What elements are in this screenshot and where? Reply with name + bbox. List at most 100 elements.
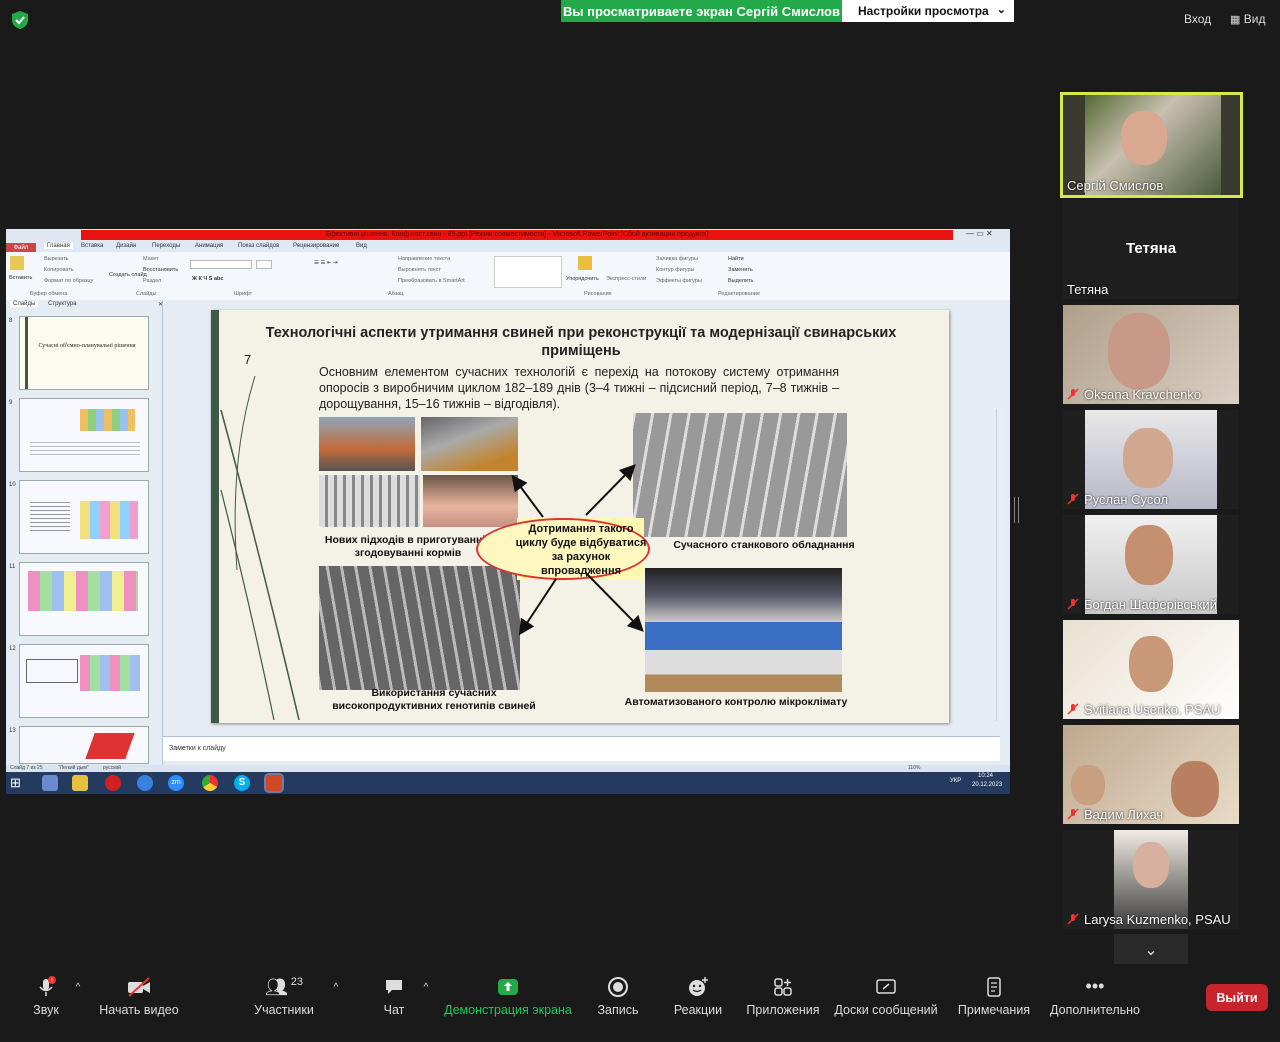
status-zoom[interactable]: 110%: [908, 765, 920, 771]
font-format-buttons[interactable]: Ж К Ч S abc: [192, 276, 223, 282]
paste-button[interactable]: Вставить: [9, 275, 32, 281]
smartart-button[interactable]: Преобразовать в SmartArt: [398, 278, 465, 284]
shape-outline-button[interactable]: Контур фигуры: [656, 267, 694, 273]
cut-button[interactable]: Вырезать: [44, 256, 68, 262]
shape-effects-button[interactable]: Эффекты фигуры: [656, 278, 702, 284]
record-button[interactable]: Запись: [590, 964, 646, 1024]
slide-thumbnail[interactable]: [19, 644, 149, 718]
chat-options-caret[interactable]: ^: [420, 964, 432, 1042]
copy-button[interactable]: Копировать: [44, 267, 74, 273]
more-button[interactable]: ••• Дополнительно: [1048, 964, 1142, 1024]
notes-button[interactable]: Примечания: [954, 964, 1034, 1024]
explorer-icon[interactable]: [42, 775, 58, 791]
start-video-label: Начать видео: [99, 1003, 179, 1017]
font-size-select[interactable]: [256, 260, 272, 269]
avatar: [1071, 765, 1105, 805]
tab-slides[interactable]: Слайды: [10, 301, 39, 307]
view-button[interactable]: ▦ Вид: [1230, 12, 1265, 26]
pane-tabs: Слайды Структура ✕: [10, 301, 163, 308]
participant-name: Svitlana Usenko. PSAU: [1084, 702, 1221, 717]
keyboard-language[interactable]: УКР: [950, 778, 961, 784]
format-painter-button[interactable]: Формат по образцу: [44, 278, 93, 284]
apps-label: Приложения: [746, 1003, 820, 1017]
tab-home[interactable]: Главная: [44, 243, 73, 249]
leave-button[interactable]: Выйти: [1206, 984, 1268, 1011]
text-direction-button[interactable]: Направление текста: [398, 256, 450, 262]
quick-styles-button[interactable]: Экспресс-стили: [606, 276, 646, 282]
whiteboard-icon: [876, 979, 896, 994]
tab-animation[interactable]: Анимация: [195, 243, 223, 249]
tab-insert[interactable]: Вставка: [81, 243, 103, 249]
windows-start-icon[interactable]: ⊞: [10, 775, 26, 791]
section-button[interactable]: Раздел: [143, 278, 161, 284]
slide-thumbnail[interactable]: Сучасні об'ємно-планувальні рішення: [19, 316, 149, 390]
participant-tile[interactable]: Oksana Kravchenko: [1063, 305, 1239, 404]
slide-thumbnail[interactable]: [19, 726, 149, 764]
participants-options-caret[interactable]: ^: [330, 964, 342, 1042]
layout-button[interactable]: Макет: [143, 256, 159, 262]
participant-name: Богдан Шаферівський: [1084, 597, 1217, 612]
participant-tile[interactable]: Larysa Kuzmenko, PSAU: [1063, 830, 1239, 929]
apps-button[interactable]: Приложения: [742, 964, 824, 1024]
list-buttons[interactable]: ☰ ☰ ⇤ ⇥: [314, 260, 338, 266]
slide-scrollbar[interactable]: [996, 409, 1004, 721]
powerpoint-icon[interactable]: [264, 773, 284, 793]
security-shield-icon[interactable]: [10, 10, 30, 30]
enter-button[interactable]: Вход: [1184, 12, 1211, 26]
tab-design[interactable]: Дизайн: [116, 243, 136, 249]
split-handle[interactable]: [1014, 497, 1019, 523]
slide-notes[interactable]: Заметки к слайду: [163, 736, 1000, 761]
font-name-select[interactable]: [190, 260, 252, 269]
zoom-icon[interactable]: zm: [168, 775, 184, 791]
participant-tile[interactable]: Вадим Лихач: [1063, 725, 1239, 824]
ribbon: Вставить Вырезать Копировать Формат по о…: [6, 252, 1010, 301]
skype-icon[interactable]: S: [234, 775, 250, 791]
view-options-dropdown[interactable]: Настройки просмотра ⌄: [842, 0, 1014, 22]
video-off-icon: [128, 977, 150, 997]
reactions-button[interactable]: Реакции: [668, 964, 728, 1024]
shape-fill-button[interactable]: Заливка фигуры: [656, 256, 698, 262]
slide-thumbnail[interactable]: [19, 398, 149, 472]
chat-icon: [386, 980, 402, 994]
tab-slideshow[interactable]: Показ слайдов: [238, 243, 279, 249]
telegram-icon[interactable]: [137, 775, 153, 791]
audio-button[interactable]: ! Звук: [22, 964, 70, 1024]
replace-button[interactable]: Заменить: [728, 267, 753, 273]
find-button[interactable]: Найти: [728, 256, 744, 262]
thumb-number: 12: [9, 646, 16, 652]
status-slide-count: Слайд 7 из 25: [10, 765, 43, 771]
start-video-button[interactable]: Начать видео: [96, 964, 182, 1024]
participants-button[interactable]: 👥︎ 23 Участники: [252, 964, 316, 1024]
participant-tile[interactable]: Руслан Сусол: [1063, 410, 1239, 509]
participant-big-name: Тетяна: [1125, 240, 1177, 257]
current-slide[interactable]: Технологічні аспекти утримання свиней пр…: [211, 310, 949, 723]
view-label: Вид: [1243, 12, 1266, 26]
gallery-scroll-down-button[interactable]: ⌄: [1114, 934, 1188, 968]
arrange-button[interactable]: Упорядочить: [566, 276, 599, 282]
new-slide-button[interactable]: Создать слайд: [109, 272, 147, 278]
participant-tile[interactable]: Богдан Шаферівський: [1063, 515, 1239, 614]
slide-thumbnail[interactable]: [19, 480, 149, 554]
active-speaker-tile[interactable]: Сергій Смислов: [1060, 92, 1243, 198]
slide-thumbnail[interactable]: [19, 562, 149, 636]
audio-options-caret[interactable]: ^: [72, 964, 84, 1042]
participant-tile[interactable]: Тетяна Тетяна: [1063, 200, 1239, 299]
shapes-gallery[interactable]: [494, 256, 562, 288]
tab-review[interactable]: Рецензирование: [293, 243, 339, 249]
tab-view[interactable]: Вид: [356, 243, 367, 249]
tab-outline[interactable]: Структура: [48, 301, 76, 307]
chrome-icon[interactable]: [202, 775, 218, 791]
participant-tile[interactable]: Svitlana Usenko. PSAU: [1063, 620, 1239, 719]
whiteboards-button[interactable]: Доски сообщений: [832, 964, 940, 1024]
chat-button[interactable]: Чат: [376, 964, 412, 1024]
tab-transitions[interactable]: Переходы: [152, 243, 180, 249]
reset-button[interactable]: Восстановить: [143, 267, 178, 273]
window-controls[interactable]: — ▭ ✕: [966, 229, 993, 238]
select-button[interactable]: Выделить: [728, 278, 753, 284]
reactions-label: Реакции: [673, 1003, 723, 1017]
align-text-button[interactable]: Выровнять текст: [398, 267, 441, 273]
folder-icon[interactable]: [72, 775, 88, 791]
status-theme: "Легкий дым": [58, 765, 89, 771]
opera-icon[interactable]: [105, 775, 121, 791]
share-screen-button[interactable]: Демонстрация экрана: [444, 964, 572, 1024]
